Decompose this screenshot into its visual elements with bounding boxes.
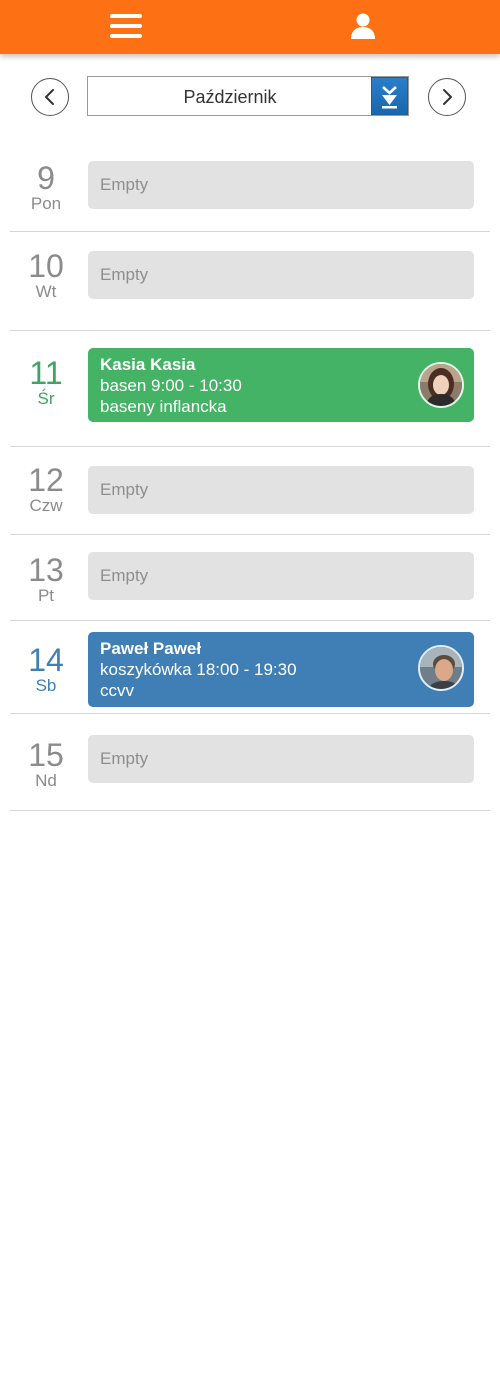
avatar[interactable]: [418, 362, 464, 408]
empty-slot[interactable]: Empty: [88, 466, 474, 514]
day-name: Czw: [29, 496, 63, 515]
day-row: 14 Sb Paweł Paweł koszykówka 18:00 - 19:…: [10, 620, 490, 714]
day-row: 10 Wt Empty: [10, 231, 490, 331]
event-card[interactable]: Kasia Kasia basen 9:00 - 10:30 baseny in…: [88, 348, 474, 422]
event-activity: basen 9:00 - 10:30: [100, 376, 242, 395]
avatar[interactable]: [418, 645, 464, 691]
day-number: 12: [28, 462, 64, 498]
day-number: 11: [29, 355, 63, 391]
event-card[interactable]: Paweł Paweł koszykówka 18:00 - 19:30 ccv…: [88, 632, 474, 707]
day-number: 15: [28, 737, 64, 773]
day-name: Wt: [35, 282, 57, 301]
empty-slot[interactable]: Empty: [88, 251, 474, 299]
event-location: baseny inflancka: [100, 397, 227, 416]
double-chevron-down-icon[interactable]: [371, 77, 408, 115]
day-number: 10: [28, 248, 64, 284]
empty-slot[interactable]: Empty: [88, 735, 474, 783]
app-header: [0, 0, 500, 54]
hamburger-menu-icon[interactable]: [108, 8, 144, 44]
user-profile-icon[interactable]: [348, 11, 378, 41]
chevron-right-icon: [443, 89, 452, 105]
next-month-button[interactable]: [428, 78, 466, 116]
day-row: 13 Pt Empty: [10, 534, 490, 621]
day-name: Pt: [37, 586, 55, 605]
month-select[interactable]: Październik: [87, 76, 409, 116]
empty-slot[interactable]: Empty: [88, 552, 474, 600]
chevron-left-icon: [45, 89, 54, 105]
event-activity: koszykówka 18:00 - 19:30: [100, 660, 297, 679]
event-person: Kasia Kasia: [100, 355, 196, 374]
day-row: 12 Czw Empty: [10, 446, 490, 535]
day-number: 9: [37, 160, 55, 196]
day-name: Pon: [30, 194, 62, 213]
day-number: 14: [28, 642, 64, 678]
empty-slot[interactable]: Empty: [88, 161, 474, 209]
month-navigation: Październik: [0, 54, 500, 140]
previous-month-button[interactable]: [31, 78, 69, 116]
day-number: 13: [28, 552, 64, 588]
event-location: ccvv: [100, 681, 134, 700]
day-name: Sb: [35, 676, 57, 695]
event-person: Paweł Paweł: [100, 639, 202, 658]
day-row: 15 Nd Empty: [10, 713, 490, 811]
day-name: Śr: [37, 389, 55, 408]
selected-month: Październik: [183, 87, 277, 107]
day-row: 9 Pon Empty: [10, 150, 490, 232]
day-row: 11 Śr Kasia Kasia basen 9:00 - 10:30 bas…: [10, 330, 490, 447]
day-name: Nd: [35, 771, 57, 790]
